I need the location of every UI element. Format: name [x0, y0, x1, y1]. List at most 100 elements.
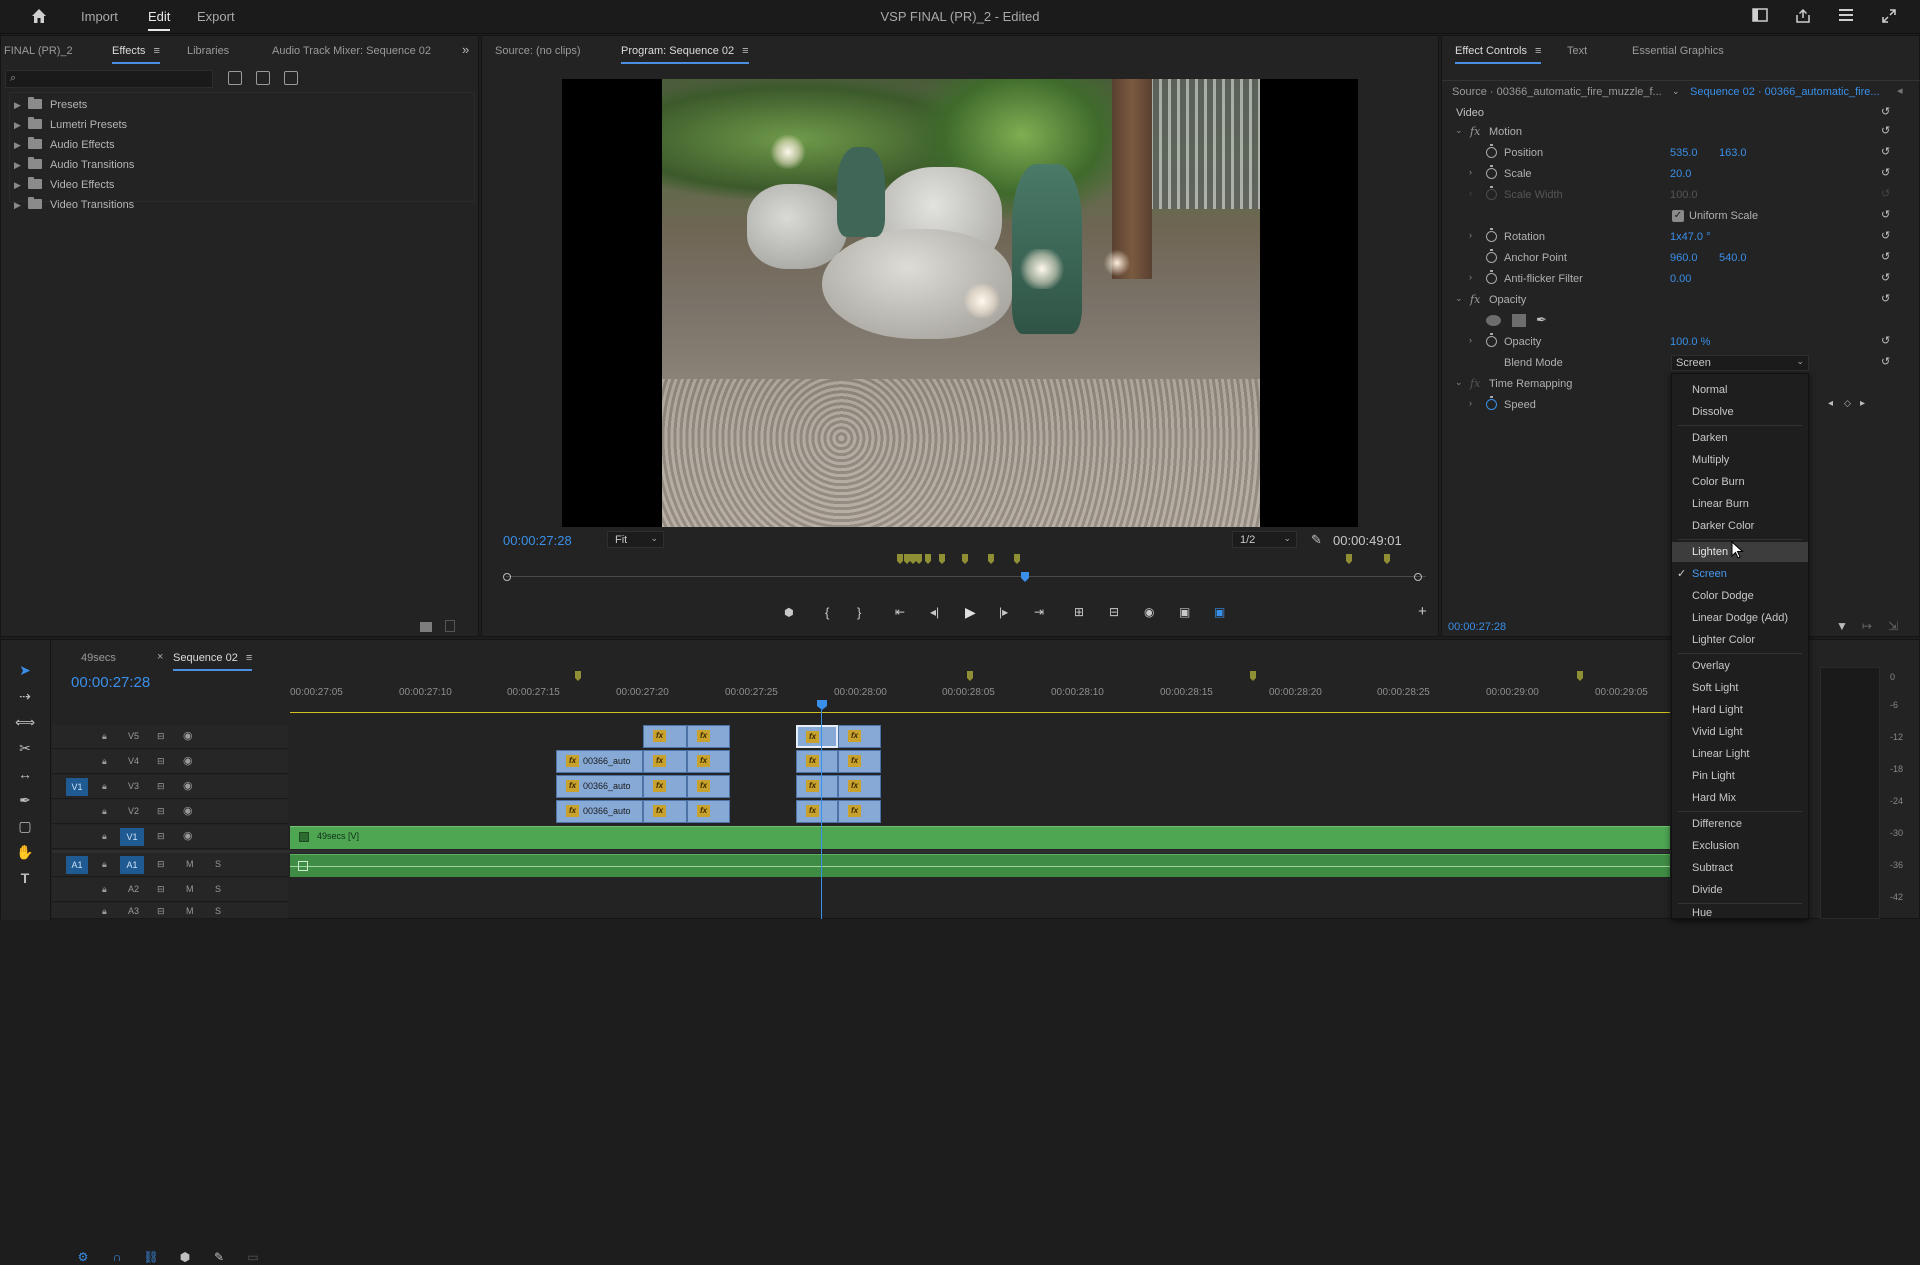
timeline-clip[interactable]: fx	[838, 800, 881, 823]
anchor-y-value[interactable]: 540.0	[1719, 252, 1747, 264]
yuv-effects-icon[interactable]	[284, 71, 298, 85]
fx-badge-icon[interactable]: fx	[1470, 293, 1480, 306]
reset-icon[interactable]: ↺	[1881, 251, 1893, 263]
tab-effects[interactable]: Effects ≡	[112, 45, 160, 64]
blend-option-soft-light[interactable]: Soft Light	[1672, 678, 1808, 698]
eye-icon[interactable]: ◉	[183, 779, 193, 792]
quick-export-icon[interactable]	[1837, 8, 1855, 26]
solo-button[interactable]: S	[215, 906, 221, 916]
blend-option-subtract[interactable]: Subtract	[1672, 858, 1808, 878]
show-timeline-icon[interactable]: ◂	[1897, 84, 1903, 97]
timeline-clip[interactable]: fx	[796, 775, 838, 798]
mute-button[interactable]: M	[186, 859, 194, 869]
tab-essential-graphics[interactable]: Essential Graphics	[1632, 45, 1724, 57]
nav-edit[interactable]: Edit	[148, 9, 171, 31]
rectangle-mask-icon[interactable]	[1512, 314, 1526, 327]
sync-lock-icon[interactable]: ⊟	[157, 756, 165, 767]
slip-tool-icon[interactable]: ↔	[13, 764, 37, 784]
new-bin-icon[interactable]	[420, 622, 432, 632]
blend-mode-select[interactable]: Screen ⌄	[1671, 355, 1809, 371]
step-forward-icon[interactable]: |▸	[999, 605, 1008, 619]
prev-keyframe-icon[interactable]: ◂	[1828, 398, 1833, 409]
chevron-right-icon[interactable]: ›	[1469, 335, 1472, 345]
motion-row[interactable]: ⌄ fx Motion ↺	[1442, 122, 1919, 142]
go-to-out-icon[interactable]: ⇥	[1034, 605, 1044, 619]
blend-option-screen[interactable]: ✓ Screen	[1672, 564, 1808, 584]
tab-program-monitor[interactable]: Program: Sequence 02 ≡	[621, 45, 749, 64]
blend-option-exclusion[interactable]: Exclusion	[1672, 836, 1808, 856]
sync-lock-icon[interactable]: ⊟	[157, 781, 165, 792]
v1-source-target[interactable]: V1	[66, 778, 88, 796]
timeline-settings-icon[interactable]: ✎	[211, 1249, 227, 1265]
marker-icon[interactable]	[897, 554, 903, 564]
tab-sequence-02[interactable]: Sequence 02 ≡	[173, 652, 253, 671]
eye-icon[interactable]: ◉	[183, 829, 193, 842]
sync-lock-icon[interactable]: ⊟	[157, 859, 165, 870]
button-editor-icon[interactable]: +	[1418, 603, 1427, 620]
chevron-right-icon[interactable]: ›	[1469, 272, 1472, 282]
tab-text[interactable]: Text	[1567, 45, 1587, 57]
timeline-clip[interactable]: fx	[643, 800, 687, 823]
step-back-icon[interactable]: ◂|	[930, 605, 939, 619]
comparison-view-icon[interactable]: ▣	[1179, 605, 1190, 619]
fullscreen-icon[interactable]	[1880, 8, 1898, 26]
video-frame[interactable]	[562, 79, 1358, 527]
captions-icon[interactable]: ▭	[245, 1249, 261, 1265]
sequence-clip-label[interactable]: Sequence 02 · 00366_automatic_fire...	[1690, 86, 1880, 98]
panel-menu-icon[interactable]: ≡	[153, 45, 159, 57]
stopwatch-icon[interactable]	[1486, 249, 1497, 263]
reset-icon[interactable]: ↺	[1881, 335, 1893, 347]
timeline-playhead-line[interactable]	[821, 710, 822, 919]
blend-option-difference[interactable]: Difference	[1672, 814, 1808, 834]
more-panels-icon[interactable]: »	[462, 42, 469, 57]
timeline-clip[interactable]: fx 00366_auto	[556, 800, 643, 823]
track-select-tool-icon[interactable]: ⇢	[13, 686, 37, 706]
blend-option-pin-light[interactable]: Pin Light	[1672, 766, 1808, 786]
rectangle-tool-icon[interactable]: ▢	[13, 816, 37, 836]
v1-track-target[interactable]: V1	[120, 828, 144, 846]
reset-icon[interactable]: ↺	[1881, 167, 1893, 179]
timeline-clip[interactable]: fx	[687, 775, 730, 798]
a1-source-target[interactable]: A1	[66, 856, 88, 874]
mark-out-icon[interactable]: }	[857, 605, 861, 620]
tree-item-lumetri-presets[interactable]: ▶ Lumetri Presets	[14, 117, 127, 139]
marker-icon[interactable]	[962, 554, 968, 564]
blend-option-color-dodge[interactable]: Color Dodge	[1672, 586, 1808, 606]
export-icon[interactable]: ⇲	[1888, 619, 1898, 633]
timeline-clip[interactable]: fx 00366_auto	[556, 775, 643, 798]
blend-option-dissolve[interactable]: Dissolve	[1672, 402, 1808, 422]
timeline-clip[interactable]: fx	[643, 750, 687, 773]
chevron-down-icon[interactable]: ⌄	[1455, 125, 1463, 136]
play-icon[interactable]: ▶	[965, 604, 976, 621]
timeline-clip[interactable]: fx 00366_auto	[556, 750, 643, 773]
lock-icon[interactable]: 🔒︎	[102, 906, 107, 917]
chevron-down-icon[interactable]: ⌄	[1455, 293, 1463, 304]
sync-lock-icon[interactable]: ⊟	[157, 831, 165, 842]
lock-icon[interactable]: 🔒︎	[102, 806, 107, 817]
tab-audio-track-mixer[interactable]: Audio Track Mixer: Sequence 02	[272, 45, 431, 57]
lock-icon[interactable]: 🔒︎	[102, 781, 107, 792]
32bit-effects-icon[interactable]	[256, 71, 270, 85]
chevron-right-icon[interactable]: ›	[1469, 398, 1472, 408]
tab-libraries[interactable]: Libraries	[187, 45, 229, 57]
scale-value[interactable]: 20.0	[1670, 168, 1691, 180]
hand-tool-icon[interactable]: ✋	[13, 842, 37, 862]
reset-icon[interactable]: ↺	[1881, 209, 1893, 221]
uniform-scale-checkbox[interactable]: ✓	[1672, 210, 1684, 222]
blend-option-hard-mix[interactable]: Hard Mix	[1672, 788, 1808, 808]
timeline-clip[interactable]: fx	[687, 800, 730, 823]
opacity-value[interactable]: 100.0 %	[1670, 336, 1710, 348]
lock-icon[interactable]: 🔒︎	[102, 859, 107, 870]
timeline-timecode[interactable]: 00:00:27:28	[71, 674, 150, 691]
eye-icon[interactable]: ◉	[183, 754, 193, 767]
marker-icon[interactable]	[925, 554, 931, 564]
reset-icon[interactable]: ↺	[1881, 293, 1893, 305]
lock-icon[interactable]: 🔒︎	[102, 831, 107, 842]
blend-option-color-burn[interactable]: Color Burn	[1672, 472, 1808, 492]
stopwatch-icon[interactable]	[1486, 228, 1497, 242]
blend-option-divide[interactable]: Divide	[1672, 880, 1808, 900]
tab-effect-controls[interactable]: Effect Controls ≡	[1455, 45, 1542, 64]
panel-menu-icon[interactable]: ≡	[742, 45, 748, 57]
nav-export[interactable]: Export	[197, 9, 235, 24]
add-marker-icon[interactable]: ⬢	[784, 606, 794, 619]
